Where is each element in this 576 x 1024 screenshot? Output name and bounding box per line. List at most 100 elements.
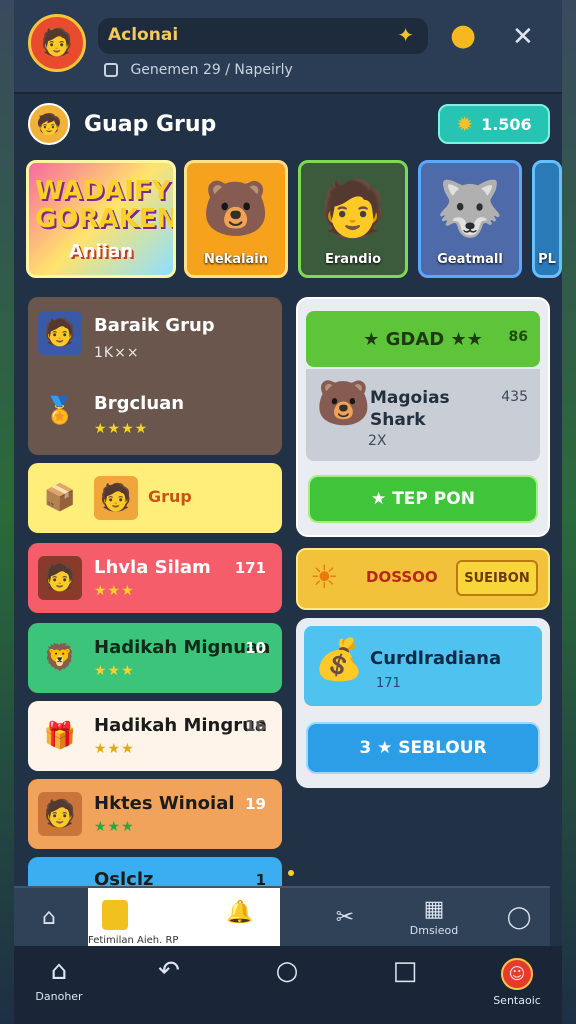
star-rating: ★★★ (94, 819, 135, 835)
bonus-title: Curdlradiana (370, 648, 502, 669)
avatar: 🧑 (38, 311, 82, 355)
monster-icon: 🐺 (436, 177, 504, 240)
system-nav-bar: ⌂ Danoher ↶ ○ □ ☺ Sentaoic (14, 946, 562, 1024)
featured-card-bear[interactable]: 🐻 Nekalain (184, 160, 288, 278)
player-name-bar[interactable]: Aclonai ✦ (98, 18, 428, 54)
offer-label: DOSSOO (366, 568, 438, 586)
reward-header-label: ★ GDAD ★★ (363, 328, 483, 350)
logo-subtext: Aniian (69, 241, 134, 262)
star-rating: ★★★ (94, 741, 135, 757)
list-item-count: 16 (245, 717, 266, 735)
list-item-title: Brgcluan (94, 393, 185, 414)
star-rating: ★★★★ (94, 421, 149, 437)
tab-bar: ⌂ 🔔 Fetimilan Aieh. RP ✂ ▦ Dmsieod ◯ (14, 886, 550, 946)
reward-item-title: Magoias Shark (370, 388, 450, 430)
logo-text: WADAIFY GORAKEN (35, 176, 176, 234)
card-label: Nekalain (203, 252, 269, 267)
player-avatar[interactable]: 🧑 (28, 14, 86, 72)
reward-item-count: 435 (501, 389, 528, 405)
seblour-button[interactable]: 3 ★ SEBLOUR (306, 722, 540, 774)
list-item-count: 10 (245, 639, 266, 657)
active-tab-subtext: Fetimilan Aieh. RP (88, 935, 179, 946)
tab-grid-label: Dmsieod (409, 924, 459, 937)
list-item-title: Grup (148, 487, 192, 506)
bonus-panel: 💰 Curdlradiana 171 3 ★ SEBLOUR (296, 618, 550, 788)
list-item-title: Baraik Grup (94, 315, 215, 336)
list-item[interactable]: 📦 🧑 Grup (28, 463, 282, 533)
avatar: 🧑 (38, 556, 82, 600)
coin-counter[interactable]: ✹ 1.506 (438, 104, 550, 144)
circle-icon: ○ (275, 956, 299, 986)
nav-app-label: Sentaoic (493, 994, 541, 1007)
bonus-sub: 171 (376, 676, 401, 691)
profile-icon: ◯ (506, 904, 532, 930)
list-item-count: 171 (234, 559, 266, 577)
tab-tools[interactable]: ✂ (320, 888, 370, 946)
featured-card-person[interactable]: 🧑 Erandio (298, 160, 408, 278)
featured-card-logo[interactable]: WADAIFY GORAKEN Aniian (26, 160, 176, 278)
featured-card-partial[interactable]: PL (532, 160, 562, 278)
list-item[interactable]: 🦁 Hadikah Mignuaa ★★★ 10 (28, 623, 282, 693)
star-rating: ★★★ (94, 663, 135, 679)
grid-icon: ▦ (423, 897, 445, 922)
box-icon: 📦 (43, 483, 77, 513)
nav-circle[interactable]: ○ (252, 956, 322, 986)
home-icon: ⌂ (50, 956, 68, 986)
tab-profile[interactable]: ◯ (494, 888, 544, 946)
pin-icon[interactable]: ✦ (397, 23, 414, 47)
close-icon[interactable]: ✕ (512, 22, 534, 52)
nav-square[interactable]: □ (370, 956, 440, 986)
sun-icon: ☀ (310, 558, 339, 596)
bell-icon: 🔔 (226, 900, 254, 925)
home-icon: ⌂ (42, 904, 56, 930)
list-item[interactable]: 🎁 Hadikah Mingrua ★★★ 16 (28, 701, 282, 771)
offer-button[interactable]: SUEIBON (456, 560, 538, 596)
avatar: 🧑 (94, 476, 138, 520)
card-icon (102, 900, 128, 930)
reward-multiplier: 2X (368, 433, 387, 449)
player-sub-row: Genemen 29 / Napeirly (104, 62, 293, 78)
app-icon: ☺ (501, 958, 533, 990)
chest-icon: 🎁 (43, 721, 77, 751)
scroll-dot (288, 870, 294, 876)
tep-pon-button[interactable]: ★ TEP PON (308, 475, 538, 523)
nav-home[interactable]: ⌂ Danoher (24, 956, 94, 1003)
coin-icon: ✹ (456, 112, 474, 136)
sub-value: 29 (202, 62, 221, 78)
list-item[interactable]: 🧑 Lhvla Silam ★★★ 171 (28, 543, 282, 613)
star-rating: ★★★ (94, 583, 135, 599)
reward-item[interactable]: 🐻 Magoias Shark 435 2X (306, 369, 540, 461)
tab-grid[interactable]: ▦ Dmsieod (394, 888, 474, 946)
list-item-title: Hktes Winoial (94, 793, 235, 814)
bear-icon: 🐻 (202, 177, 270, 240)
list-item[interactable]: 🧑 Hktes Winoial ★★★ 19 (28, 779, 282, 849)
tab-active[interactable]: 🔔 Fetimilan Aieh. RP (88, 888, 280, 946)
reward-header: ★ GDAD ★★ 86 (306, 311, 540, 367)
tab-home[interactable]: ⌂ (24, 888, 74, 946)
sub-label: Genemen (130, 62, 199, 78)
offer-banner[interactable]: ☀ DOSSOO SUEIBON (296, 548, 550, 610)
reward-panel: ★ GDAD ★★ 86 🐻 Magoias Shark 435 2X ★ TE… (296, 297, 550, 537)
money-bag-icon: 💰 (314, 637, 364, 683)
bonus-item[interactable]: 💰 Curdlradiana 171 (304, 626, 542, 706)
nav-back[interactable]: ↶ (134, 956, 204, 986)
avatar: 🧑 (38, 792, 82, 836)
square-icon: □ (392, 956, 418, 986)
lion-icon: 🦁 (43, 643, 77, 673)
list-item-title: Hadikah Mingrua (94, 715, 268, 736)
square-icon (104, 63, 118, 77)
list-item[interactable]: 🧑 Baraik Grup 1K×× 🏅 Brgcluan ★★★★ (28, 297, 282, 455)
list-item-title: Lhvla Silam (94, 557, 211, 578)
character-icon: 🐻 (316, 378, 371, 429)
nav-app[interactable]: ☺ Sentaoic (482, 956, 552, 1007)
group-avatar[interactable]: 🧒 (28, 103, 70, 145)
list-item-count: 19 (245, 795, 266, 813)
player-name: Aclonai (108, 25, 179, 45)
list-item-sub: 1K×× (94, 345, 140, 361)
honey-icon[interactable]: ● (450, 18, 490, 56)
card-label: Geatmall (437, 252, 503, 267)
person-icon: 🧑 (319, 177, 387, 240)
featured-card-monster[interactable]: 🐺 Geatmall (418, 160, 522, 278)
list-item-title: Hadikah Mignuaa (94, 637, 271, 658)
group-title: Guap Grup (84, 112, 217, 137)
